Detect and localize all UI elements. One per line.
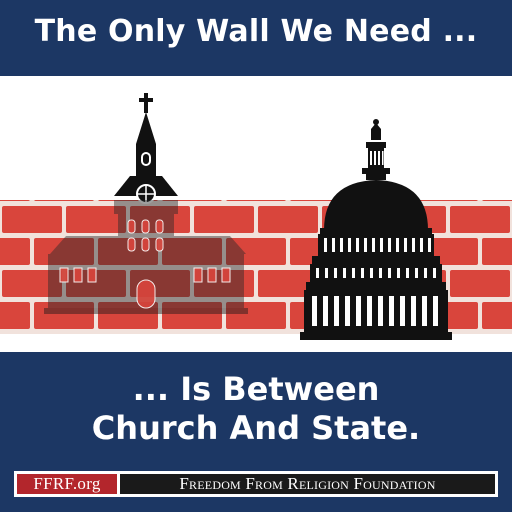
footer-bar: FFRF.org Freedom From Religion Foundatio… — [14, 471, 498, 497]
subline-line-1: ... Is Between — [132, 370, 380, 408]
ffrf-site-label: FFRF.org — [17, 474, 117, 494]
capitol-dome-icon — [300, 119, 452, 340]
poster: The Only Wall We Need ... ... Is Between… — [0, 0, 512, 512]
headline: The Only Wall We Need ... — [34, 14, 478, 49]
illustration — [0, 76, 512, 352]
illustration-svg — [0, 93, 512, 340]
organization-name: Freedom From Religion Foundation — [120, 474, 495, 494]
subline-line-2: Church And State. — [91, 409, 421, 447]
